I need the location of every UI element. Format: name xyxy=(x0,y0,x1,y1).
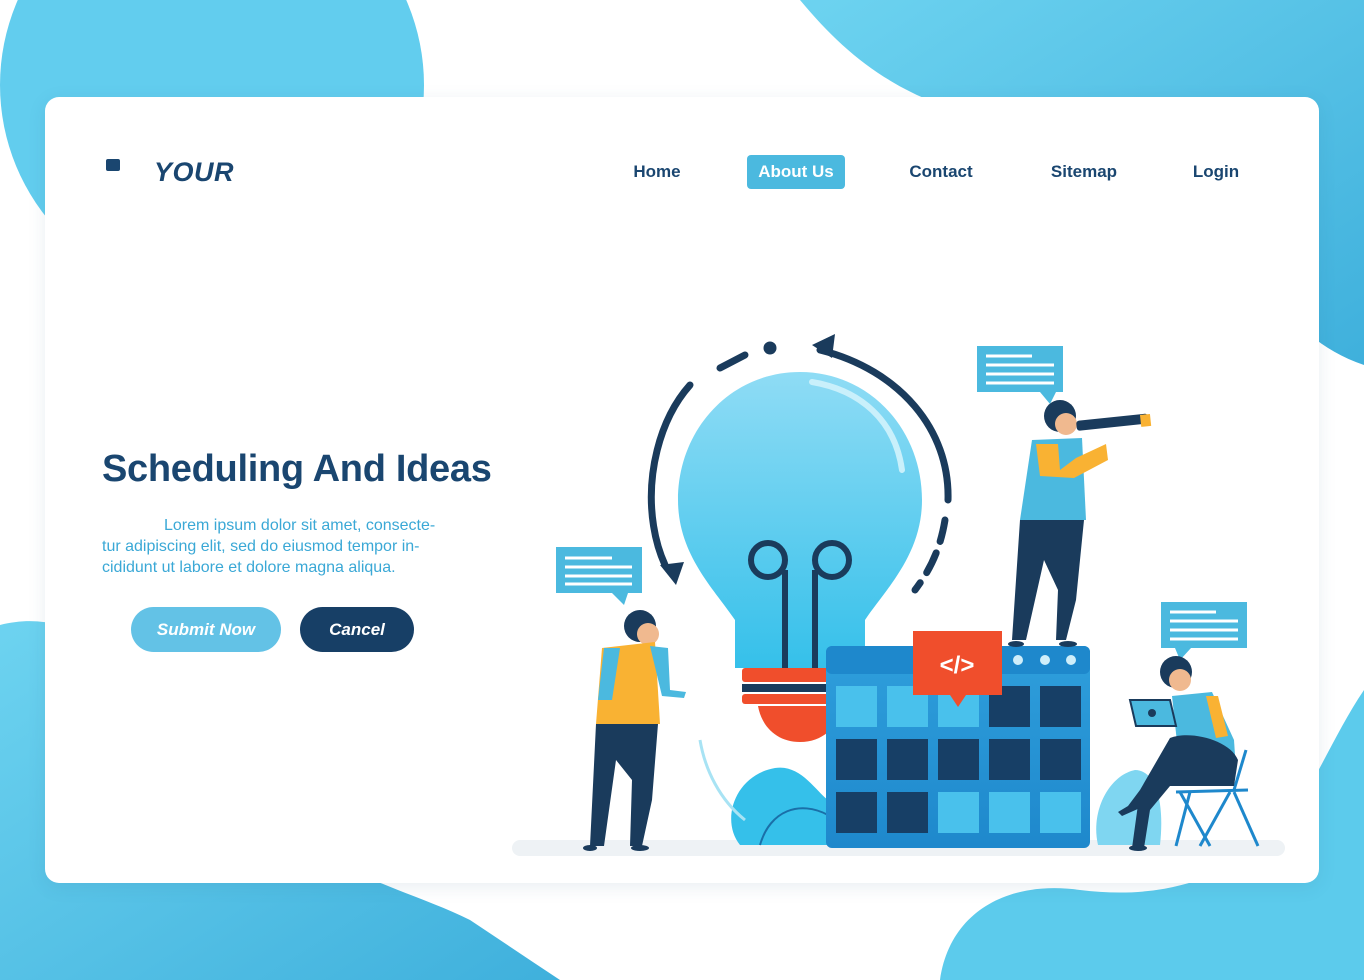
chat-bubble-icon xyxy=(977,346,1063,404)
chat-bubble-icon xyxy=(556,547,642,605)
nav-login[interactable]: Login xyxy=(1184,155,1248,189)
scheduling-illustration: </> xyxy=(512,334,1285,856)
calendar-cell xyxy=(836,739,877,780)
code-badge-text: </> xyxy=(940,652,975,679)
telescope-icon xyxy=(1076,413,1152,431)
nav-about-us[interactable]: About Us xyxy=(747,155,845,189)
calendar-cell xyxy=(1040,739,1081,780)
nav-home[interactable]: Home xyxy=(618,155,696,189)
calendar-cell xyxy=(989,792,1030,833)
person-icon xyxy=(1008,400,1108,647)
logo[interactable]: YOUR LOGO xyxy=(102,155,321,189)
logo-text-bold: YOUR xyxy=(154,156,235,187)
calendar-cell xyxy=(1040,686,1081,727)
calendar-cell xyxy=(836,792,877,833)
hero-description: Lorem ipsum dolor sit amet, consecte- tu… xyxy=(102,515,474,578)
logo-text-light: LOGO xyxy=(241,156,322,187)
calendar-cell xyxy=(938,739,979,780)
calendar-cell xyxy=(1040,792,1081,833)
tablet-icon xyxy=(1128,699,1178,727)
person-icon xyxy=(583,610,686,851)
chat-bubble-icon xyxy=(1161,602,1247,660)
calendar-cell xyxy=(887,739,928,780)
submit-now-button[interactable]: Submit Now xyxy=(131,607,281,652)
calendar-cell xyxy=(938,792,979,833)
nav-contact[interactable]: Contact xyxy=(897,155,985,189)
hero-description-line: tur adipiscing elit, sed do eiusmod temp… xyxy=(102,538,420,555)
logo-square-icon xyxy=(102,155,140,189)
hero-description-line: Lorem ipsum dolor sit amet, consecte- xyxy=(164,517,436,534)
arrow-head-left xyxy=(660,562,684,585)
person-icon xyxy=(1118,656,1238,851)
cancel-button[interactable]: Cancel xyxy=(300,607,414,652)
hero-description-line: cididunt ut labore et dolore magna aliqu… xyxy=(102,559,396,576)
calendar-cell xyxy=(887,792,928,833)
hero-title: Scheduling And Ideas xyxy=(102,448,492,490)
nav-sitemap[interactable]: Sitemap xyxy=(1040,155,1128,189)
calendar-grid xyxy=(836,686,1081,833)
calendar-cell xyxy=(836,686,877,727)
calendar-cell xyxy=(989,739,1030,780)
